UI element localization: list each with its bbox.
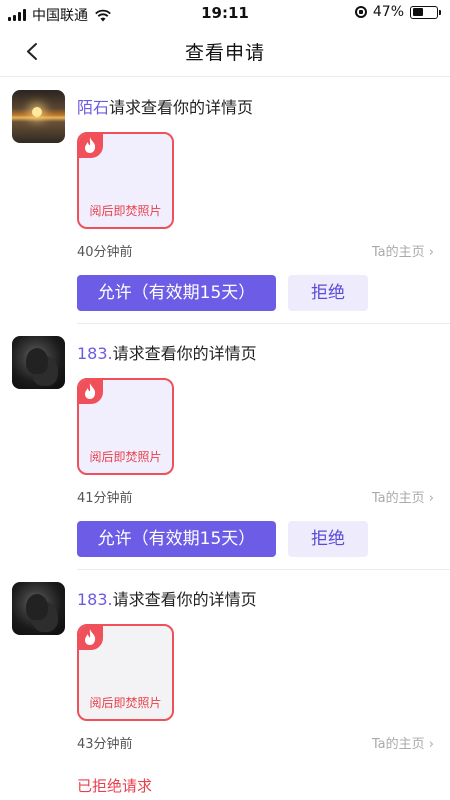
divider <box>77 323 450 324</box>
burn-after-reading-photo[interactable]: 阅后即焚照片 <box>77 624 174 721</box>
reject-button[interactable]: 拒绝 <box>288 521 368 557</box>
request-title: 陌石请求查看你的详情页 <box>77 94 253 118</box>
requester-name[interactable]: 183. <box>77 344 113 363</box>
allow-button[interactable]: 允许（有效期15天） <box>77 275 276 311</box>
fire-badge <box>79 134 103 158</box>
burn-after-reading-photo[interactable]: 阅后即焚照片 <box>77 378 174 475</box>
request-title: 183.请求查看你的详情页 <box>77 586 257 610</box>
request-time: 40分钟前 <box>77 245 133 260</box>
profile-link[interactable]: Ta的主页 › <box>372 487 434 506</box>
photo-label: 阅后即焚照片 <box>89 450 162 464</box>
battery-percent: 47% <box>372 4 404 20</box>
avatar[interactable] <box>12 336 65 389</box>
fire-icon <box>85 383 96 399</box>
profile-link-label: Ta的主页 <box>371 491 425 506</box>
fire-icon <box>85 137 96 153</box>
allow-button[interactable]: 允许（有效期15天） <box>77 521 276 557</box>
profile-link[interactable]: Ta的主页 › <box>372 241 434 260</box>
requester-name[interactable]: 183. <box>77 590 113 609</box>
page-title: 查看申请 <box>184 42 265 64</box>
burn-after-reading-photo[interactable]: 阅后即焚照片 <box>77 132 174 229</box>
photo-label: 阅后即焚照片 <box>89 204 162 218</box>
request-action-text: 请求查看你的详情页 <box>112 590 257 609</box>
request-action-text: 请求查看你的详情页 <box>112 344 257 363</box>
battery-icon <box>410 5 441 19</box>
reject-button[interactable]: 拒绝 <box>288 275 368 311</box>
profile-link[interactable]: Ta的主页 › <box>372 733 434 752</box>
photo-label: 阅后即焚照片 <box>89 696 162 710</box>
avatar[interactable] <box>12 90 65 143</box>
request-time: 41分钟前 <box>77 491 133 506</box>
profile-link-label: Ta的主页 <box>371 245 425 260</box>
fire-badge <box>79 626 103 650</box>
requester-name[interactable]: 陌石 <box>77 98 109 117</box>
fire-badge <box>79 380 103 404</box>
status-right: 47% <box>354 4 441 20</box>
request-title: 183.请求查看你的详情页 <box>77 340 257 364</box>
profile-link-label: Ta的主页 <box>371 737 425 752</box>
fire-icon <box>85 629 96 645</box>
nav-bar: 查看申请 <box>0 26 450 77</box>
status-bar: 中国联通 19:11 47% <box>0 0 450 26</box>
chevron-right-icon: › <box>428 245 434 260</box>
request-time: 43分钟前 <box>77 737 133 752</box>
chevron-right-icon: › <box>428 491 434 506</box>
request-action-text: 请求查看你的详情页 <box>109 98 254 117</box>
chevron-right-icon: › <box>428 737 434 752</box>
divider <box>77 569 450 570</box>
rejected-status: 已拒绝请求 <box>77 777 153 795</box>
rotation-lock-icon <box>354 6 367 18</box>
avatar[interactable] <box>12 582 65 635</box>
